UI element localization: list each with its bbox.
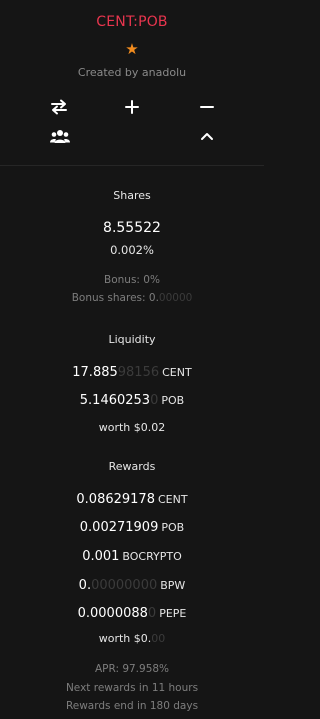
rewards-worth: worth $0.00 xyxy=(98,632,166,645)
rewards-end-label: Rewards end in 180 days xyxy=(65,700,199,712)
shares-amount: 8.55522 xyxy=(103,220,161,236)
reward-row-bpw: 0.00000000 BPW xyxy=(78,578,186,593)
created-by-label: Created by anadolu xyxy=(77,66,187,79)
rewards-title: Rewards xyxy=(108,460,156,473)
star-icon[interactable]: ★ xyxy=(0,42,264,57)
add-liquidity-button[interactable] xyxy=(118,96,146,118)
chevron-up-icon xyxy=(201,133,213,140)
liquidity-row-pob: 5.14602530 POB xyxy=(79,393,185,408)
collapse-button[interactable] xyxy=(193,125,221,147)
apr-label: APR: 97.958% xyxy=(94,663,170,675)
liquidity-title: Liquidity xyxy=(108,333,156,346)
shares-title: Shares xyxy=(113,189,151,202)
swap-button[interactable] xyxy=(45,96,73,118)
bonus-label: Bonus: 0% xyxy=(104,274,160,286)
bonus-shares-label: Bonus shares: 0.00000 xyxy=(71,292,193,304)
pool-title: CENT:POB xyxy=(96,14,168,30)
next-rewards-label: Next rewards in 11 hours xyxy=(65,682,199,694)
swap-arrows-icon xyxy=(51,99,67,115)
shares-percent: 0.002% xyxy=(110,243,154,257)
holders-button[interactable] xyxy=(46,125,74,147)
pool-header: CENT:POB ★ Created by anadolu xyxy=(0,0,264,166)
reward-row-pepe: 0.00000880 PEPE xyxy=(77,606,187,621)
liquidity-row-cent: 17.88598156 CENT xyxy=(72,365,192,380)
remove-liquidity-button[interactable] xyxy=(193,96,221,118)
reward-row-cent: 0.08629178 CENT xyxy=(76,492,188,507)
minus-icon xyxy=(200,106,214,108)
plus-icon xyxy=(125,100,139,114)
reward-row-bocrypto: 0.001 BOCRYPTO xyxy=(82,549,182,564)
liquidity-worth: worth $0.02 xyxy=(98,421,166,434)
users-group-icon xyxy=(50,130,70,143)
reward-row-pob: 0.00271909 POB xyxy=(79,520,185,535)
